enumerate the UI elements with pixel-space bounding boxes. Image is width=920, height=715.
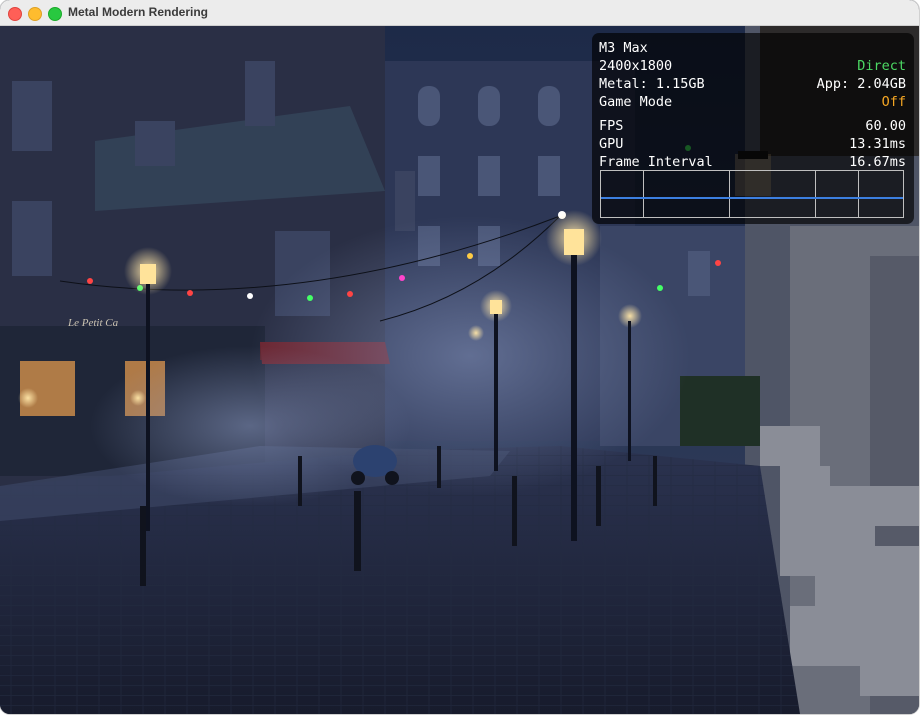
hud-fps-row: FPS 60.00 — [599, 117, 906, 135]
frame-interval-label: Frame Interval — [599, 154, 713, 170]
hud-resolution-row: 2400x1800 Direct — [599, 57, 906, 75]
hud-game-mode-row: Game Mode Off — [599, 93, 906, 111]
fps-value: 60.00 — [865, 118, 906, 134]
app-window: Metal Modern Rendering Le Petit Ca M3 Ma… — [0, 0, 919, 714]
frame-interval-graph — [600, 170, 904, 218]
hud-gpu-row: GPU 13.31ms — [599, 135, 906, 153]
render-resolution: 2400x1800 — [599, 58, 673, 74]
close-window-button[interactable] — [8, 7, 22, 21]
metal-memory-value: Metal: 1.15GB — [599, 76, 705, 92]
window-title: Metal Modern Rendering — [68, 5, 209, 19]
performance-hud: M3 Max 2400x1800 Direct Metal: 1.15GB Ap… — [592, 33, 914, 224]
hud-memory-row: Metal: 1.15GB App: 2.04GB — [599, 75, 906, 93]
title-bar[interactable]: Metal Modern Rendering — [0, 0, 919, 26]
game-mode-value: Off — [881, 94, 906, 110]
game-mode-label: Game Mode — [599, 94, 673, 110]
zoom-window-button[interactable] — [48, 7, 62, 21]
frame-interval-graph-line — [601, 197, 903, 199]
graph-gridline — [643, 171, 644, 217]
graph-gridline — [858, 171, 859, 217]
presentation-mode-value: Direct — [857, 58, 906, 74]
fps-label: FPS — [599, 118, 624, 134]
gpu-time-value: 13.31ms — [849, 136, 906, 152]
gpu-time-label: GPU — [599, 136, 624, 152]
cafe-sign-text: Le Petit Ca — [67, 317, 119, 329]
hud-device-row: M3 Max — [599, 39, 906, 57]
minimize-window-button[interactable] — [28, 7, 42, 21]
graph-gridline — [729, 171, 730, 217]
hud-frame-interval-row: Frame Interval 16.67ms — [599, 153, 906, 171]
graph-gridline — [815, 171, 816, 217]
app-memory-value: App: 2.04GB — [816, 76, 906, 92]
gpu-device-name: M3 Max — [599, 40, 648, 56]
frame-interval-value: 16.67ms — [849, 154, 906, 170]
